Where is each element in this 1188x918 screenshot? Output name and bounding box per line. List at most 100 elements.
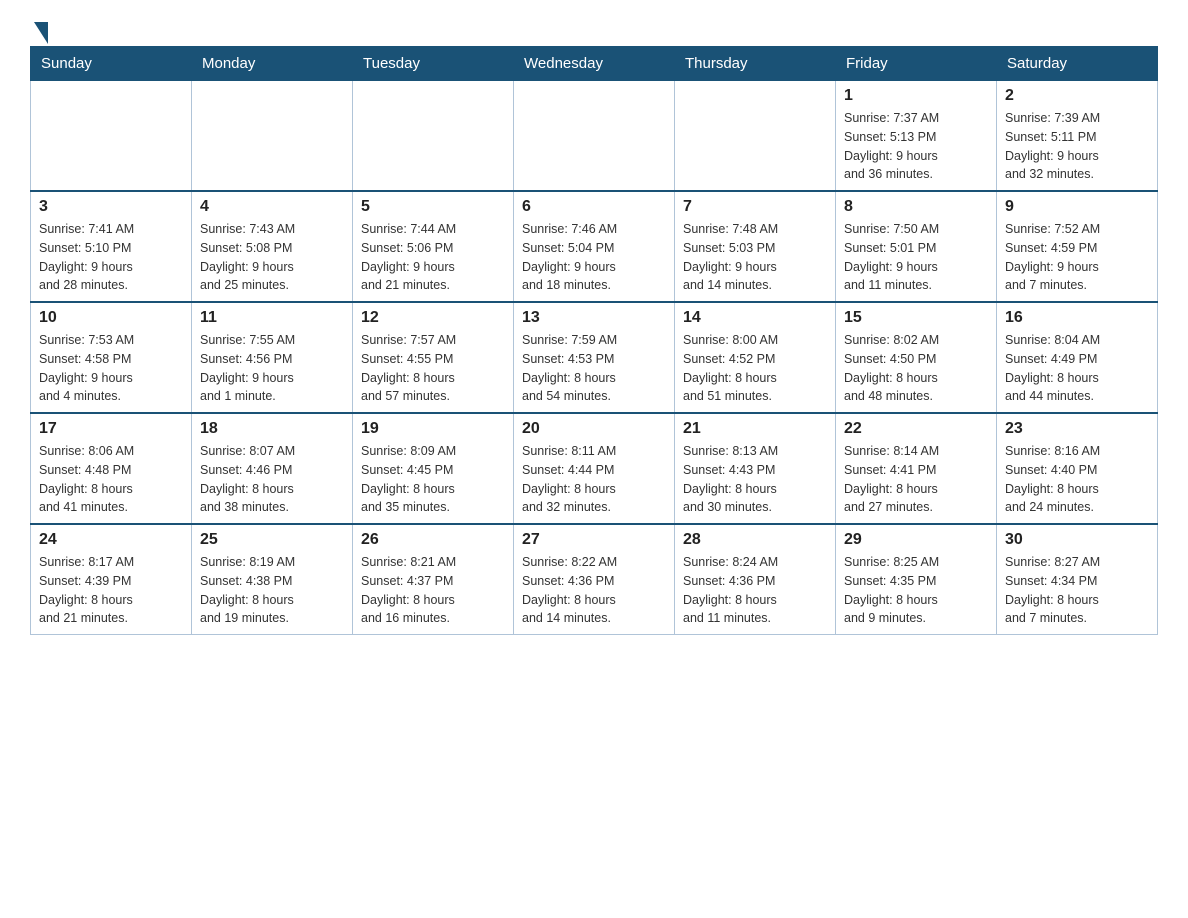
calendar-cell: 20 Sunrise: 8:11 AMSunset: 4:44 PMDayligh… (514, 413, 675, 524)
calendar-week-row: 24Sunrise: 8:17 AMSunset: 4:39 PMDayligh… (31, 524, 1158, 635)
calendar-cell (514, 81, 675, 192)
day-number: 21 (683, 420, 827, 438)
day-info: Sunrise: 8:24 AMSunset: 4:36 PMDaylight:… (683, 553, 827, 628)
calendar-cell: 9 Sunrise: 7:52 AMSunset: 4:59 PMDaylight… (997, 191, 1158, 302)
day-info: Sunrise: 7:48 AMSunset: 5:03 PMDaylight:… (683, 220, 827, 295)
calendar-cell: 15 Sunrise: 8:02 AMSunset: 4:50 PMDayligh… (836, 302, 997, 413)
calendar-cell: 1 Sunrise: 7:37 AMSunset: 5:13 PMDaylight… (836, 81, 997, 192)
day-info: Sunrise: 7:59 AMSunset: 4:53 PMDaylight:… (522, 331, 666, 406)
day-number: 11 (200, 309, 344, 327)
calendar-cell: 12 Sunrise: 7:57 AMSunset: 4:55 PMDayligh… (353, 302, 514, 413)
day-info: Sunrise: 8:09 AMSunset: 4:45 PMDaylight:… (361, 442, 505, 517)
day-info: Sunrise: 8:16 AMSunset: 4:40 PMDaylight:… (1005, 442, 1149, 517)
day-number: 8 (844, 198, 988, 216)
day-number: 7 (683, 198, 827, 216)
calendar-header-row: SundayMondayTuesdayWednesdayThursdayFrid… (31, 47, 1158, 81)
day-info: Sunrise: 8:11 AMSunset: 4:44 PMDaylight:… (522, 442, 666, 517)
calendar-cell (675, 81, 836, 192)
day-info: Sunrise: 8:06 AMSunset: 4:48 PMDaylight:… (39, 442, 183, 517)
calendar-cell: 11 Sunrise: 7:55 AMSunset: 4:56 PMDayligh… (192, 302, 353, 413)
day-number: 13 (522, 309, 666, 327)
day-number: 5 (361, 198, 505, 216)
day-info: Sunrise: 7:55 AMSunset: 4:56 PMDaylight:… (200, 331, 344, 406)
calendar-cell: 2Sunrise: 7:39 AMSunset: 5:11 PMDaylight… (997, 81, 1158, 192)
day-info: Sunrise: 8:25 AMSunset: 4:35 PMDaylight:… (844, 553, 988, 628)
day-number: 14 (683, 309, 827, 327)
calendar-week-row: 1 Sunrise: 7:37 AMSunset: 5:13 PMDaylight… (31, 81, 1158, 192)
day-info: Sunrise: 8:13 AMSunset: 4:43 PMDaylight:… (683, 442, 827, 517)
day-number: 18 (200, 420, 344, 438)
calendar-cell (353, 81, 514, 192)
day-number: 4 (200, 198, 344, 216)
calendar-cell: 4 Sunrise: 7:43 AMSunset: 5:08 PMDaylight… (192, 191, 353, 302)
day-number: 23 (1005, 420, 1149, 438)
day-info: Sunrise: 7:41 AMSunset: 5:10 PMDaylight:… (39, 220, 183, 295)
day-number: 29 (844, 531, 988, 549)
calendar-header-saturday: Saturday (997, 47, 1158, 81)
day-number: 27 (522, 531, 666, 549)
calendar-cell: 14 Sunrise: 8:00 AMSunset: 4:52 PMDayligh… (675, 302, 836, 413)
calendar-cell: 27 Sunrise: 8:22 AMSunset: 4:36 PMDayligh… (514, 524, 675, 635)
day-info: Sunrise: 8:22 AMSunset: 4:36 PMDaylight:… (522, 553, 666, 628)
calendar-cell: 21 Sunrise: 8:13 AMSunset: 4:43 PMDayligh… (675, 413, 836, 524)
day-number: 26 (361, 531, 505, 549)
calendar-cell: 8 Sunrise: 7:50 AMSunset: 5:01 PMDaylight… (836, 191, 997, 302)
calendar-header-friday: Friday (836, 47, 997, 81)
calendar-cell: 7 Sunrise: 7:48 AMSunset: 5:03 PMDaylight… (675, 191, 836, 302)
page-header (30, 20, 1158, 40)
day-info: Sunrise: 7:46 AMSunset: 5:04 PMDaylight:… (522, 220, 666, 295)
logo-general (30, 20, 48, 42)
day-number: 25 (200, 531, 344, 549)
calendar-cell: 19Sunrise: 8:09 AMSunset: 4:45 PMDayligh… (353, 413, 514, 524)
calendar-header-wednesday: Wednesday (514, 47, 675, 81)
day-number: 20 (522, 420, 666, 438)
calendar-header-sunday: Sunday (31, 47, 192, 81)
calendar-cell: 28 Sunrise: 8:24 AMSunset: 4:36 PMDayligh… (675, 524, 836, 635)
day-number: 12 (361, 309, 505, 327)
logo (30, 20, 48, 40)
day-info: Sunrise: 8:00 AMSunset: 4:52 PMDaylight:… (683, 331, 827, 406)
calendar-cell (192, 81, 353, 192)
day-number: 17 (39, 420, 183, 438)
calendar-cell: 16 Sunrise: 8:04 AMSunset: 4:49 PMDayligh… (997, 302, 1158, 413)
calendar-cell: 26Sunrise: 8:21 AMSunset: 4:37 PMDayligh… (353, 524, 514, 635)
day-info: Sunrise: 7:44 AMSunset: 5:06 PMDaylight:… (361, 220, 505, 295)
day-info: Sunrise: 8:04 AMSunset: 4:49 PMDaylight:… (1005, 331, 1149, 406)
day-info: Sunrise: 7:53 AMSunset: 4:58 PMDaylight:… (39, 331, 183, 406)
day-info: Sunrise: 8:02 AMSunset: 4:50 PMDaylight:… (844, 331, 988, 406)
calendar-header-monday: Monday (192, 47, 353, 81)
logo-arrow-icon (34, 22, 48, 44)
day-info: Sunrise: 8:27 AMSunset: 4:34 PMDaylight:… (1005, 553, 1149, 628)
day-number: 16 (1005, 309, 1149, 327)
calendar-table: SundayMondayTuesdayWednesdayThursdayFrid… (30, 46, 1158, 635)
day-info: Sunrise: 7:37 AMSunset: 5:13 PMDaylight:… (844, 109, 988, 184)
day-number: 30 (1005, 531, 1149, 549)
day-info: Sunrise: 8:19 AMSunset: 4:38 PMDaylight:… (200, 553, 344, 628)
day-number: 1 (844, 87, 988, 105)
day-number: 9 (1005, 198, 1149, 216)
day-number: 2 (1005, 87, 1149, 105)
day-number: 10 (39, 309, 183, 327)
day-number: 15 (844, 309, 988, 327)
calendar-cell: 29 Sunrise: 8:25 AMSunset: 4:35 PMDayligh… (836, 524, 997, 635)
day-info: Sunrise: 7:50 AMSunset: 5:01 PMDaylight:… (844, 220, 988, 295)
calendar-cell: 5 Sunrise: 7:44 AMSunset: 5:06 PMDaylight… (353, 191, 514, 302)
calendar-week-row: 17 Sunrise: 8:06 AMSunset: 4:48 PMDayligh… (31, 413, 1158, 524)
day-number: 6 (522, 198, 666, 216)
calendar-cell: 17 Sunrise: 8:06 AMSunset: 4:48 PMDayligh… (31, 413, 192, 524)
calendar-cell: 24Sunrise: 8:17 AMSunset: 4:39 PMDayligh… (31, 524, 192, 635)
day-info: Sunrise: 7:57 AMSunset: 4:55 PMDaylight:… (361, 331, 505, 406)
day-info: Sunrise: 7:52 AMSunset: 4:59 PMDaylight:… (1005, 220, 1149, 295)
day-info: Sunrise: 8:14 AMSunset: 4:41 PMDaylight:… (844, 442, 988, 517)
day-info: Sunrise: 7:43 AMSunset: 5:08 PMDaylight:… (200, 220, 344, 295)
calendar-cell: 22 Sunrise: 8:14 AMSunset: 4:41 PMDayligh… (836, 413, 997, 524)
day-info: Sunrise: 8:17 AMSunset: 4:39 PMDaylight:… (39, 553, 183, 628)
calendar-header-tuesday: Tuesday (353, 47, 514, 81)
calendar-cell: 13 Sunrise: 7:59 AMSunset: 4:53 PMDayligh… (514, 302, 675, 413)
calendar-cell: 6 Sunrise: 7:46 AMSunset: 5:04 PMDaylight… (514, 191, 675, 302)
day-number: 22 (844, 420, 988, 438)
calendar-cell: 10 Sunrise: 7:53 AMSunset: 4:58 PMDayligh… (31, 302, 192, 413)
day-number: 28 (683, 531, 827, 549)
calendar-cell (31, 81, 192, 192)
day-info: Sunrise: 8:07 AMSunset: 4:46 PMDaylight:… (200, 442, 344, 517)
